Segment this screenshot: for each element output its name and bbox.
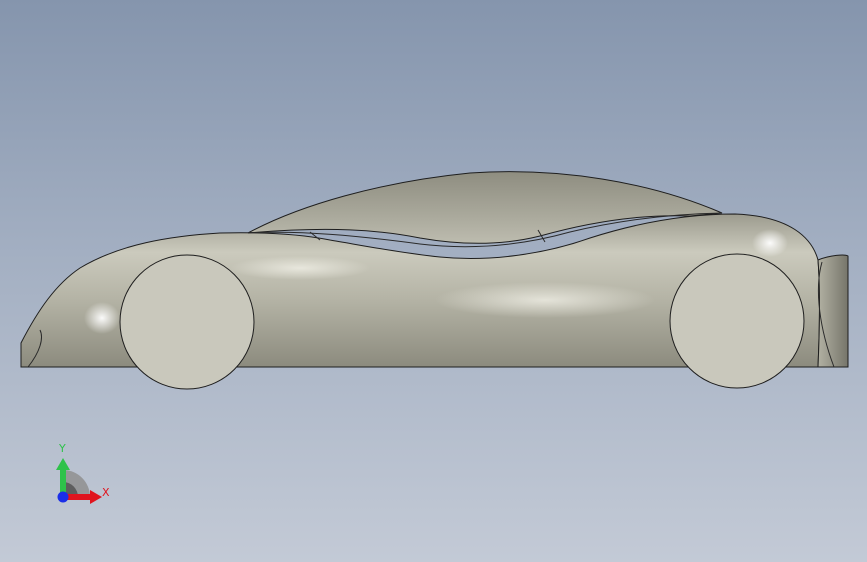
- rear-wheel[interactable]: [669, 253, 805, 389]
- car-tail-face[interactable]: [817, 254, 849, 368]
- x-axis-label: X: [102, 486, 110, 499]
- hood-highlight: [230, 256, 370, 280]
- car-model[interactable]: [0, 0, 867, 562]
- rear-fender-highlight: [752, 229, 788, 257]
- z-axis-dot: [57, 491, 69, 503]
- door-highlight: [435, 282, 655, 318]
- y-axis-arrow-head: [56, 458, 70, 470]
- front-wheel[interactable]: [119, 254, 255, 390]
- x-axis-arrow-head: [90, 490, 102, 504]
- graphics-viewport[interactable]: Y X: [0, 0, 867, 562]
- reference-triad: Y X: [48, 440, 118, 510]
- front-fender-highlight: [84, 302, 120, 334]
- y-axis-label: Y: [59, 442, 66, 455]
